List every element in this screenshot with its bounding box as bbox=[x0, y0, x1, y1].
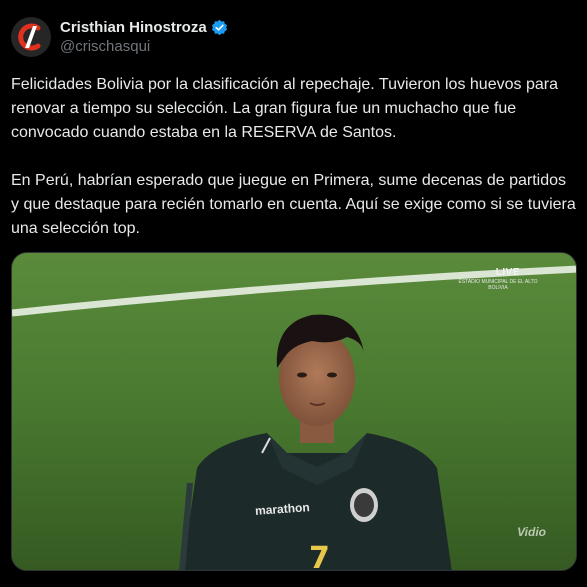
broadcaster-watermark: Vidio bbox=[517, 525, 546, 539]
tweet-card[interactable]: Cristhian Hinostroza @crischasqui Felici… bbox=[0, 0, 587, 587]
author-handle[interactable]: @crischasqui bbox=[60, 38, 150, 55]
author-name-row: Cristhian Hinostroza bbox=[60, 17, 228, 37]
verified-badge-icon bbox=[211, 19, 227, 35]
tweet-body: Felicidades Bolivia por la clasificación… bbox=[11, 73, 577, 241]
venue-place: BOLIVIA bbox=[488, 285, 508, 291]
video-frame-image bbox=[12, 253, 576, 570]
media-video[interactable]: LIVE ESTADIO MUNICIPAL DE EL ALTO BOLIVI… bbox=[11, 252, 577, 571]
logo-c-icon bbox=[11, 17, 51, 57]
tweet-paragraph: En Perú, habrían esperado que juegue en … bbox=[11, 172, 576, 237]
author-avatar[interactable] bbox=[11, 17, 51, 57]
author-display-name[interactable]: Cristhian Hinostroza bbox=[60, 19, 207, 36]
venue-caption: ESTADIO MUNICIPAL DE EL ALTO BOLIVIA bbox=[448, 279, 548, 291]
jersey-number: 7 bbox=[309, 541, 330, 571]
tweet-paragraph: Felicidades Bolivia por la clasificación… bbox=[11, 76, 558, 141]
live-label: LIVE bbox=[495, 267, 520, 278]
